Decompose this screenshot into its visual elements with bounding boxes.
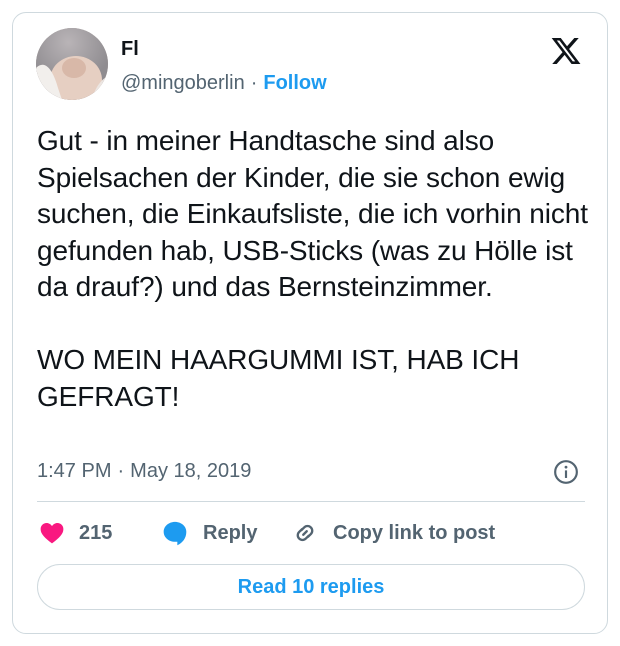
author-handle[interactable]: @mingoberlin	[121, 72, 245, 94]
author-display-name[interactable]: Fl	[121, 37, 139, 61]
like-button[interactable]: 215	[39, 518, 112, 548]
timestamp-separator: ·	[117, 460, 125, 482]
embedded-post-card: Fl @mingoberlin · Follow Gut - in meiner H…	[12, 12, 608, 634]
reply-label: Reply	[203, 521, 258, 544]
link-icon	[296, 524, 314, 542]
reply-button[interactable]: Reply	[161, 518, 257, 548]
post-timestamp[interactable]: 1:47 PM · May 18, 2019	[37, 459, 251, 483]
post-date: May 18, 2019	[130, 460, 252, 482]
heart-icon	[40, 523, 64, 544]
divider	[37, 501, 585, 502]
x-logo-icon[interactable]	[549, 35, 583, 67]
info-icon[interactable]	[553, 459, 579, 485]
read-replies-button[interactable]: Read 10 replies	[37, 564, 585, 610]
copy-link-label: Copy link to post	[333, 521, 496, 544]
author-handle-row: @mingoberlin · Follow	[121, 71, 327, 95]
handle-separator: ·	[250, 72, 258, 94]
post-time: 1:47 PM	[37, 460, 112, 482]
like-count: 215	[79, 521, 113, 544]
post-actions-bar: 215 Reply Copy link to post	[37, 518, 597, 548]
speech-bubble-icon	[163, 521, 187, 546]
avatar-photo	[36, 28, 108, 100]
copy-link-button[interactable]: Copy link to post	[291, 518, 495, 548]
avatar[interactable]	[36, 28, 108, 100]
follow-button[interactable]: Follow	[263, 72, 326, 94]
post-text: Gut - in meiner Handtasche sind also Spi…	[37, 125, 588, 412]
